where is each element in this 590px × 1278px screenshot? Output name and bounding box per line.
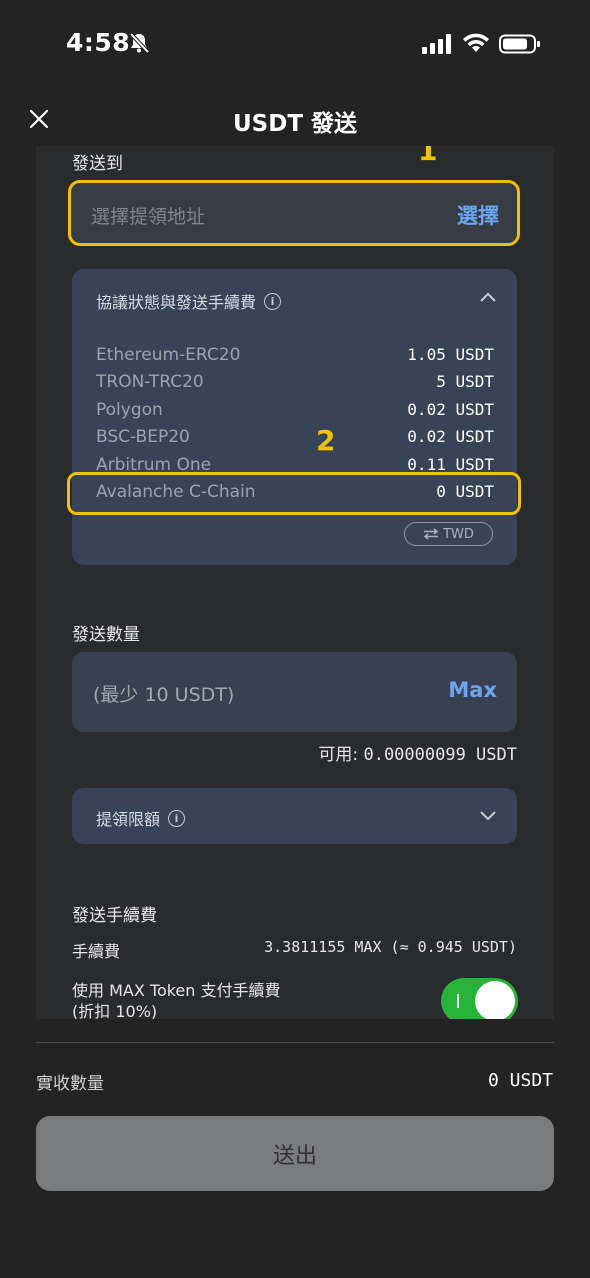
amount-placeholder: (最少 10 USDT) bbox=[93, 684, 235, 706]
withdraw-limit-title: 提領限額 bbox=[96, 810, 161, 829]
network-fee: 0.02 USDT bbox=[407, 400, 494, 419]
received-amount-value: 0 USDT bbox=[487, 1070, 553, 1091]
network-row: BSC-BEP20 0.02 USDT bbox=[96, 424, 494, 452]
network-fee-card[interactable]: 協議狀態與發送手續費 i Ethereum-ERC20 1.05 USDT TR… bbox=[72, 269, 517, 565]
network-fee-title: 協議狀態與發送手續費 bbox=[96, 293, 257, 312]
toggle-on-indicator bbox=[457, 994, 459, 1008]
max-button[interactable]: Max bbox=[448, 678, 497, 702]
fee-label: 手續費 bbox=[72, 942, 121, 961]
info-icon[interactable]: i bbox=[264, 292, 282, 310]
toggle-knob bbox=[475, 981, 515, 1019]
chevron-down-icon[interactable] bbox=[479, 810, 497, 822]
select-address-button[interactable]: 選擇 bbox=[457, 200, 499, 230]
received-amount-label: 實收數量 bbox=[36, 1074, 104, 1094]
available-label: 可用: bbox=[318, 745, 359, 765]
page-title: USDT 發送 bbox=[232, 111, 358, 137]
max-token-option: 使用 MAX Token 支付手續費 (折扣 10%) bbox=[72, 980, 281, 1019]
available-balance: 可用: 0.00000099 USDT bbox=[318, 740, 517, 765]
annotation-marker-2: 2 bbox=[316, 424, 336, 457]
network-name: TRON-TRC20 bbox=[96, 372, 204, 392]
network-name: Ethereum-ERC20 bbox=[96, 345, 241, 365]
info-icon[interactable]: i bbox=[168, 809, 186, 827]
network-row: Ethereum-ERC20 1.05 USDT bbox=[96, 342, 494, 370]
amount-input[interactable]: (最少 10 USDT) Max bbox=[72, 652, 517, 732]
send-to-label: 發送到 bbox=[72, 154, 123, 174]
chevron-up-icon[interactable] bbox=[479, 291, 497, 303]
network-name: Polygon bbox=[96, 400, 163, 420]
annotation-highlight-avalanche bbox=[67, 472, 521, 515]
network-fee: 5 USDT bbox=[436, 372, 494, 391]
currency-toggle-label: TWD bbox=[443, 526, 474, 542]
amount-label: 發送數量 bbox=[72, 625, 140, 645]
fee-section-label: 發送手續費 bbox=[72, 906, 157, 926]
address-placeholder: 選擇提領地址 bbox=[91, 206, 206, 228]
network-name: BSC-BEP20 bbox=[96, 427, 190, 447]
send-form-panel[interactable]: 發送到 1 選擇提領地址 選擇 協議狀態與發送手續費 i Ethereum-ER… bbox=[36, 146, 554, 1019]
available-value: 0.00000099 USDT bbox=[363, 745, 517, 765]
network-fee: 1.05 USDT bbox=[407, 345, 494, 364]
signal-icon bbox=[422, 34, 451, 54]
max-token-discount: (折扣 10%) bbox=[72, 1002, 158, 1019]
fee-value: 3.3811155 MAX (≈ 0.945 USDT) bbox=[264, 938, 517, 956]
bell-off-icon bbox=[129, 32, 150, 54]
network-row: Polygon 0.02 USDT bbox=[96, 397, 494, 425]
swap-icon bbox=[423, 528, 439, 540]
network-row: TRON-TRC20 5 USDT bbox=[96, 369, 494, 397]
max-token-toggle[interactable] bbox=[441, 978, 518, 1019]
withdraw-limit-card[interactable]: 提領限額 i bbox=[72, 788, 517, 844]
withdraw-address-field[interactable]: 選擇提領地址 選擇 bbox=[68, 180, 520, 246]
status-time: 4:58 bbox=[66, 28, 131, 57]
battery-icon bbox=[499, 34, 540, 54]
divider bbox=[36, 1042, 554, 1043]
max-token-label: 使用 MAX Token 支付手續費 bbox=[72, 981, 281, 1000]
network-fee: 0.02 USDT bbox=[407, 427, 494, 446]
wifi-icon bbox=[463, 33, 489, 52]
currency-toggle-button[interactable]: TWD bbox=[404, 522, 493, 546]
annotation-marker-1: 1 bbox=[418, 146, 438, 167]
submit-button[interactable]: 送出 bbox=[36, 1116, 554, 1191]
